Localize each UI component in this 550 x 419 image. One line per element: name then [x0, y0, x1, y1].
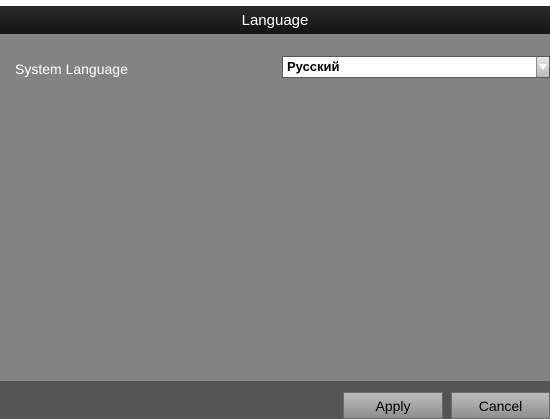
settings-panel: System Language Русский [0, 34, 550, 381]
footer-bar: Apply Cancel [0, 381, 550, 419]
system-language-label: System Language [15, 61, 128, 77]
cancel-button[interactable]: Cancel [451, 392, 550, 419]
system-language-value: Русский [287, 59, 340, 74]
system-language-select[interactable]: Русский [282, 56, 550, 78]
dialog-title: Language [241, 11, 309, 29]
language-dialog: Language System Language Русский Apply C… [0, 0, 550, 419]
title-bar: Language [0, 6, 550, 34]
chevron-down-icon-graphic [539, 64, 547, 70]
chevron-down-icon[interactable] [536, 57, 549, 77]
apply-button[interactable]: Apply [343, 392, 443, 419]
